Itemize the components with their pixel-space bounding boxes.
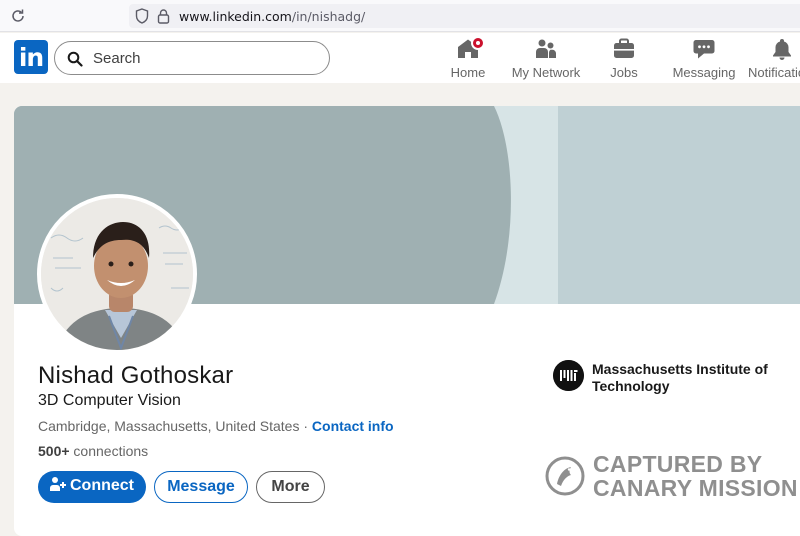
location-row: Cambridge, Massachusetts, United States … <box>38 418 394 434</box>
nav-notifications[interactable]: Notifications <box>748 37 800 81</box>
nav-messaging[interactable]: Messaging <box>672 37 736 81</box>
message-button[interactable]: Message <box>154 471 248 503</box>
nav-home-label: Home <box>450 65 486 80</box>
nav-jobs-label: Jobs <box>610 65 638 80</box>
connections-count[interactable]: 500+ connections <box>38 443 148 459</box>
url-path: /in/nishadg/ <box>291 9 366 24</box>
profile-name: Nishad Gothoskar <box>38 362 234 389</box>
nav-home[interactable]: Home <box>446 36 490 81</box>
address-bar[interactable]: www.linkedin.com/in/nishadg/ <box>129 4 800 28</box>
watermark-line-1: CAPTURED BY <box>593 451 763 477</box>
add-person-icon <box>50 477 66 491</box>
browser-toolbar: www.linkedin.com/in/nishadg/ <box>0 0 800 32</box>
connect-button[interactable]: Connect <box>38 471 146 503</box>
lock-icon[interactable] <box>157 8 170 24</box>
contact-info-link[interactable]: Contact info <box>312 418 394 434</box>
profile-location: Cambridge, Massachusetts, United States <box>38 418 300 434</box>
watermark: CAPTURED BY CANARY MISSION <box>545 452 800 502</box>
nav-my-network[interactable]: My Network <box>510 37 582 81</box>
connections-number: 500+ <box>38 443 70 459</box>
profile-photo[interactable] <box>37 194 197 354</box>
messaging-icon <box>693 40 715 59</box>
linkedin-logo[interactable]: in <box>14 40 48 74</box>
profile-headline: 3D Computer Vision <box>38 392 181 409</box>
reload-icon[interactable] <box>10 8 26 24</box>
network-icon <box>536 39 556 58</box>
jobs-icon <box>614 38 634 58</box>
education-entry[interactable]: Massachusetts Institute of Technology <box>553 359 793 399</box>
url-text: www.linkedin.com/in/nishadg/ <box>179 9 365 24</box>
url-host: www.linkedin.com <box>179 9 292 24</box>
nav-jobs[interactable]: Jobs <box>604 37 644 81</box>
bell-icon <box>773 39 791 60</box>
nav-notifications-label: Notifications <box>748 65 800 80</box>
education-name: Massachusetts Institute of Technology <box>592 361 768 394</box>
watermark-line-2: CANARY MISSION <box>593 475 798 501</box>
more-button[interactable]: More <box>256 471 325 503</box>
search-input[interactable] <box>93 47 318 69</box>
location-separator: · <box>299 418 312 434</box>
nav-messaging-label: Messaging <box>672 65 736 80</box>
mit-logo <box>553 360 584 391</box>
connections-label: connections <box>69 443 149 459</box>
shield-icon[interactable] <box>135 8 149 24</box>
watermark-text: CAPTURED BY CANARY MISSION <box>593 452 798 500</box>
notification-badge <box>471 36 485 50</box>
canary-icon <box>545 456 585 496</box>
avatar <box>41 198 193 350</box>
search-icon <box>67 51 83 67</box>
linkedin-nav: in Home My Network Jobs <box>0 33 800 83</box>
search-box[interactable] <box>54 41 330 75</box>
nav-my-network-label: My Network <box>511 65 581 80</box>
connect-label: Connect <box>70 477 134 494</box>
